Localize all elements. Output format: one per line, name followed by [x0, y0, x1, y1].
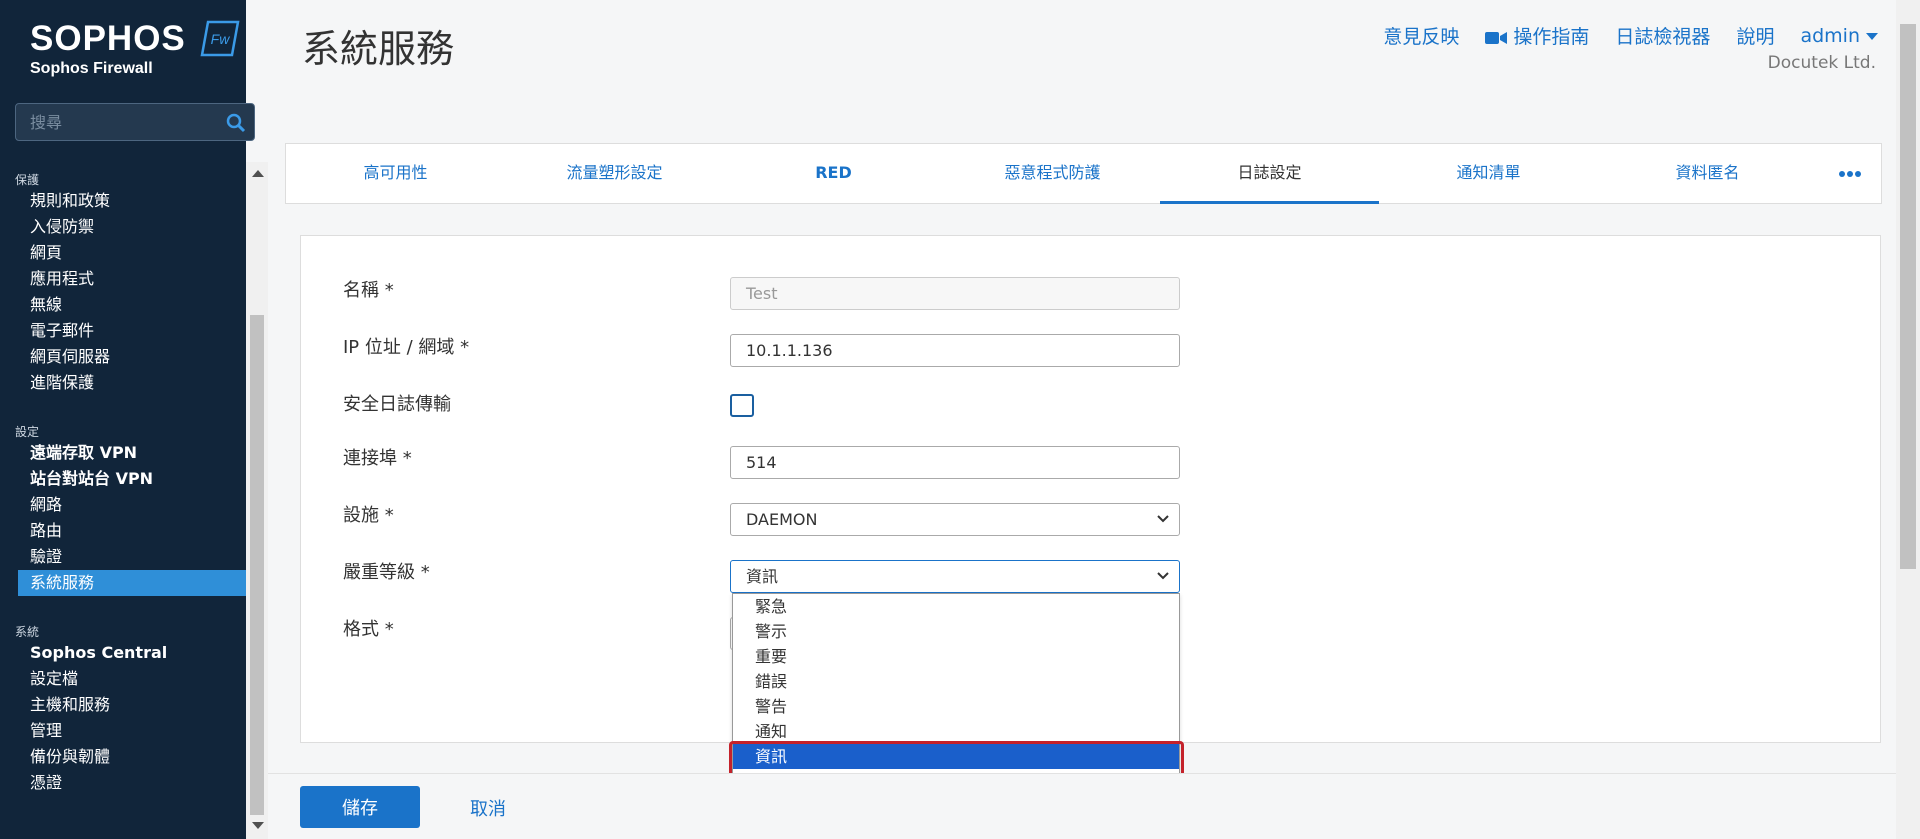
secure-transfer-label: 安全日誌傳輸 [343, 394, 451, 415]
nav-item-remote-vpn[interactable]: 遠端存取 VPN [0, 440, 246, 466]
more-icon[interactable] [1838, 170, 1862, 178]
nav-item-applications[interactable]: 應用程式 [0, 266, 246, 292]
scroll-up-arrow-icon[interactable] [252, 170, 264, 177]
nav-item-wireless[interactable]: 無線 [0, 292, 246, 318]
severity-option-information[interactable]: 資訊 [733, 744, 1179, 769]
nav-item-web[interactable]: 網頁 [0, 240, 246, 266]
nav-item-email[interactable]: 電子郵件 [0, 318, 246, 344]
page-scroll-thumb[interactable] [1900, 24, 1916, 569]
severity-option-warning[interactable]: 警告 [733, 694, 1179, 719]
nav-item-profiles[interactable]: 設定檔 [0, 666, 246, 692]
nav-item-site-vpn[interactable]: 站台對站台 VPN [0, 466, 246, 492]
log-viewer-link[interactable]: 日誌檢視器 [1615, 22, 1710, 49]
user-name: admin [1800, 24, 1860, 47]
brand-name: SOPHOS [30, 19, 186, 58]
tab-notification-list[interactable]: 通知清單 [1379, 144, 1598, 204]
search-input[interactable] [16, 104, 206, 140]
nav-item-system-services[interactable]: 系統服務 [18, 570, 246, 596]
page-title: 系統服務 [302, 27, 455, 71]
nav-item-network[interactable]: 網路 [0, 492, 246, 518]
tab-high-availability[interactable]: 高可用性 [286, 144, 505, 204]
nav-item-advanced[interactable]: 進階保護 [0, 370, 246, 396]
severity-label: 嚴重等級 * [343, 562, 430, 583]
format-label: 格式 * [343, 619, 394, 640]
feedback-link[interactable]: 意見反映 [1383, 22, 1459, 49]
tab-data-anonymization[interactable]: 資料匿名 [1598, 144, 1817, 204]
severity-dropdown-list: 緊急 警示 重要 錯誤 警告 通知 資訊 偵錯 [732, 593, 1180, 794]
scroll-down-arrow-icon[interactable] [252, 822, 264, 829]
port-field[interactable]: 514 [730, 446, 1180, 479]
nav-item-web-server[interactable]: 網頁伺服器 [0, 344, 246, 370]
nav-item-certificates[interactable]: 憑證 [0, 770, 246, 796]
facility-label: 設施 * [343, 505, 394, 526]
severity-option-alert[interactable]: 警示 [733, 619, 1179, 644]
severity-select[interactable]: 資訊 [730, 560, 1180, 593]
nav-item-administration[interactable]: 管理 [0, 718, 246, 744]
action-bar [268, 773, 1896, 839]
facility-value: DAEMON [746, 510, 818, 529]
nav-section-protect: 保護 [15, 173, 40, 187]
help-link[interactable]: 說明 [1736, 22, 1774, 49]
severity-value: 資訊 [746, 567, 779, 586]
nav-item-hosts-services[interactable]: 主機和服務 [0, 692, 246, 718]
facility-select[interactable]: DAEMON [730, 503, 1180, 536]
tab-traffic-shaping[interactable]: 流量塑形設定 [505, 144, 724, 204]
secure-transfer-checkbox[interactable] [730, 394, 754, 417]
port-label: 連接埠 * [343, 448, 412, 469]
nav-item-intrusion[interactable]: 入侵防禦 [0, 214, 246, 240]
nav-section-system: 系統 [15, 625, 40, 639]
nav-menu: 保護 規則和政策 入侵防禦 網頁 應用程式 無線 電子郵件 網頁伺服器 進階保護… [0, 162, 246, 839]
top-links: 意見反映 操作指南 日誌檢視器 說明 admin [1383, 22, 1878, 49]
logo: SOPHOS Sophos Firewall [30, 20, 186, 78]
save-button[interactable]: 儲存 [300, 786, 420, 828]
tab-malware-protection[interactable]: 惡意程式防護 [943, 144, 1162, 204]
nav-item-rules[interactable]: 規則和政策 [0, 188, 246, 214]
sidebar-scroll-thumb[interactable] [250, 315, 264, 815]
search-box [15, 103, 255, 141]
ip-field[interactable]: 10.1.1.136 [730, 334, 1180, 367]
company-name: Docutek Ltd. [1767, 53, 1876, 73]
severity-option-error[interactable]: 錯誤 [733, 669, 1179, 694]
search-icon[interactable] [226, 113, 246, 133]
name-field: Test [730, 277, 1180, 310]
nav-item-routing[interactable]: 路由 [0, 518, 246, 544]
tab-red[interactable]: RED [724, 144, 943, 204]
tab-log-settings[interactable]: 日誌設定 [1160, 144, 1379, 204]
cancel-button[interactable]: 取消 [470, 795, 506, 821]
severity-option-critical[interactable]: 重要 [733, 644, 1179, 669]
nav-item-sophos-central[interactable]: Sophos Central [0, 640, 246, 666]
fw-badge-text: Fw [211, 31, 231, 47]
ip-label: IP 位址 / 網域 * [343, 337, 470, 358]
tab-bar: 高可用性 流量塑形設定 RED 惡意程式防護 日誌設定 通知清單 資料匿名 [285, 143, 1882, 204]
chevron-down-icon [1157, 515, 1169, 523]
nav-section-configure: 設定 [15, 425, 40, 439]
fw-badge-icon: Fw [200, 20, 240, 57]
sidebar: SOPHOS Sophos Firewall Fw 保護 規則和政策 入侵防禦 … [0, 0, 255, 839]
guide-link[interactable]: 操作指南 [1485, 22, 1589, 49]
guide-link-label: 操作指南 [1513, 26, 1590, 48]
severity-option-emergency[interactable]: 緊急 [733, 594, 1179, 619]
name-label: 名稱 * [343, 280, 394, 301]
video-camera-icon [1485, 31, 1508, 44]
user-menu[interactable]: admin [1800, 25, 1878, 47]
nav-item-backup-firmware[interactable]: 備份與韌體 [0, 744, 246, 770]
severity-option-notice[interactable]: 通知 [733, 719, 1179, 744]
product-name: Sophos Firewall [30, 60, 153, 77]
chevron-down-icon [1157, 572, 1169, 580]
caret-down-icon [1866, 32, 1878, 40]
nav-item-authentication[interactable]: 驗證 [0, 544, 246, 570]
